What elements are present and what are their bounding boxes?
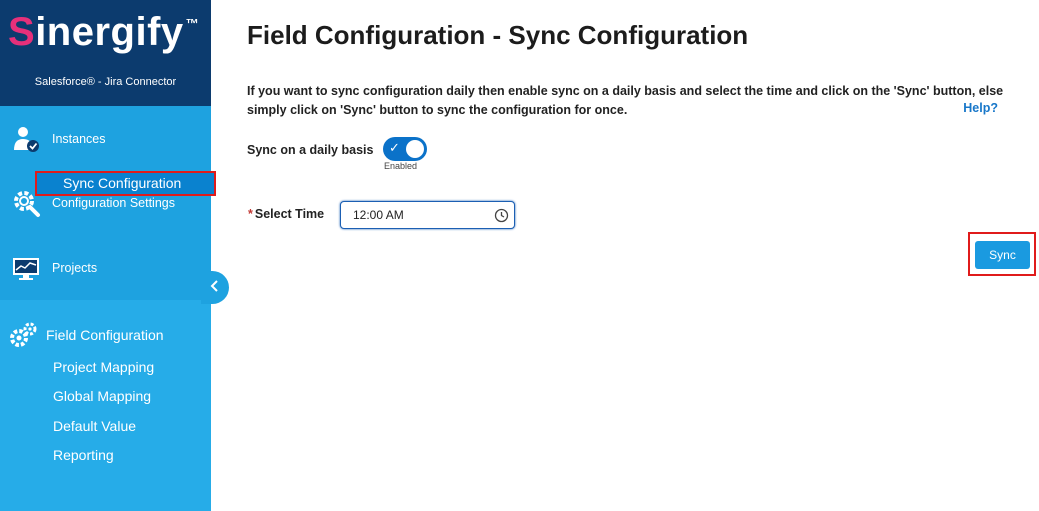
sidebar-item-label: Field Configuration [46,327,164,343]
sidebar-item-field-configuration[interactable]: Field Configuration [0,320,211,350]
monitor-chart-icon [0,255,52,281]
sinergify-logo: Sinergify ™ [8,10,200,54]
sidebar-subitem-project-mapping[interactable]: Project Mapping [53,359,154,375]
select-time-label: * Select Time [248,207,325,221]
brand-subtitle: Salesforce® - Jira Connector [34,76,177,88]
daily-sync-toggle[interactable]: ✓ [383,137,427,161]
brand-header: Sinergify ™ Salesforce® - Jira Connector [0,0,211,106]
sidebar-subitem-reporting[interactable]: Reporting [53,447,114,463]
sidebar-item-projects[interactable]: Projects [0,235,211,300]
time-field[interactable] [340,201,515,229]
toggle-state-label: Enabled [384,161,418,171]
sidebar-subitem-global-mapping[interactable]: Global Mapping [53,388,151,404]
sidebar-item-label: Configuration Settings [52,195,175,210]
daily-sync-label: Sync on a daily basis [247,143,374,157]
sidebar: Sinergify ™ Salesforce® - Jira Connector … [0,0,216,511]
page-title: Field Configuration - Sync Configuration [247,20,749,50]
chevron-left-icon [210,279,220,297]
sync-button[interactable]: Sync [975,241,1030,269]
sidebar-subitem-default-value[interactable]: Default Value [53,418,136,434]
sidebar-item-instances[interactable]: Instances [0,106,211,171]
gears-icon [0,320,46,350]
user-check-icon [0,124,52,154]
required-mark: * [248,207,253,221]
field-configuration-section: Field Configuration Project Mapping Glob… [0,300,211,511]
check-icon: ✓ [389,140,400,155]
instructions-text: If you want to sync configuration daily … [247,84,1004,117]
toggle-knob [406,140,424,158]
sidebar-item-label: Instances [52,131,106,146]
sidebar-item-label: Projects [52,260,98,275]
clock-icon[interactable] [494,208,509,228]
help-link[interactable]: Help? [963,101,998,115]
time-input[interactable] [353,208,493,222]
sidebar-collapse-button[interactable] [201,271,229,304]
sidebar-subitem-sync-configuration[interactable]: Sync Configuration [35,171,216,196]
